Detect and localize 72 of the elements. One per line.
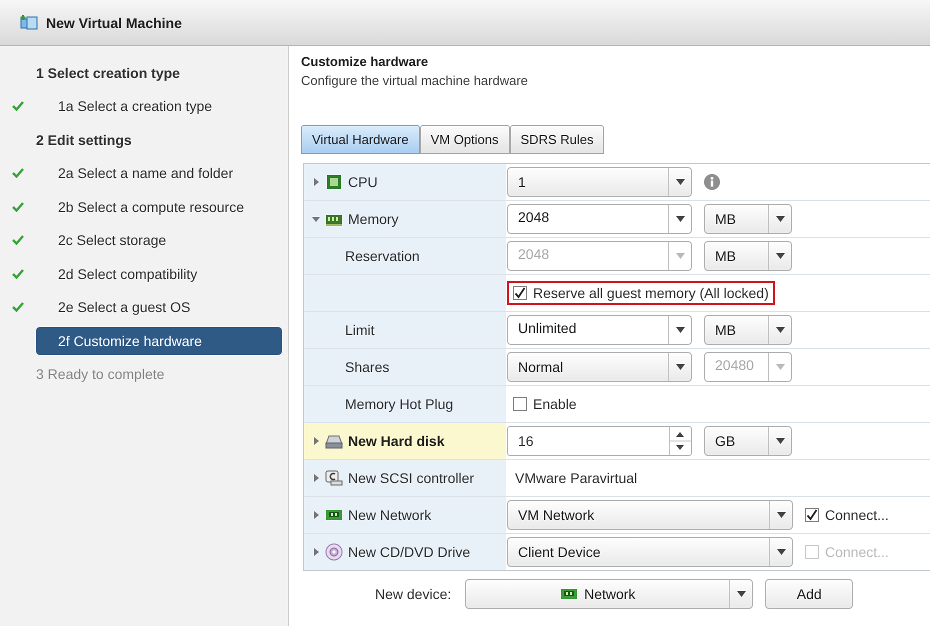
page-title: Customize hardware: [301, 54, 430, 69]
dropdown[interactable]: Client Device: [507, 537, 793, 567]
page-subtitle: Configure the virtual machine hardware: [301, 73, 529, 88]
caret-icon: [676, 253, 684, 259]
dropdown[interactable]: VM Network: [507, 500, 793, 530]
wizard-step[interactable]: 2b Select a compute resource: [36, 192, 282, 221]
wizard-step[interactable]: 1 Select creation type: [36, 58, 282, 87]
caret-icon: [776, 549, 786, 555]
tab[interactable]: VM Options: [420, 125, 510, 154]
wizard-step[interactable]: 2e Select a guest OS: [36, 293, 282, 322]
dropdown[interactable]: MB: [704, 204, 792, 234]
dropdown[interactable]: Network: [465, 579, 754, 609]
new-device-label: New device:: [375, 586, 452, 602]
device-label: New Network: [348, 507, 432, 523]
wizard-step[interactable]: 1a Select a creation type: [36, 92, 282, 120]
caret-icon: [676, 216, 684, 222]
device-label: Memory Hot Plug: [345, 396, 454, 412]
spinner-arrows-icon[interactable]: [669, 427, 691, 455]
tab[interactable]: Virtual Hardware: [301, 125, 420, 154]
dropdown[interactable]: GB: [704, 426, 792, 456]
device-label: Reservation: [345, 248, 420, 264]
dropdown[interactable]: MB: [704, 241, 792, 271]
expand-caret-icon[interactable]: [312, 178, 320, 186]
checkbox-label: Connect...: [825, 544, 889, 560]
dropdown[interactable]: Unlimited: [507, 315, 692, 345]
dropdown[interactable]: 1: [507, 167, 692, 197]
caret-icon: [676, 364, 684, 370]
controller-type-text: VMware Paravirtual: [514, 470, 638, 486]
checkbox[interactable]: [805, 508, 819, 522]
checkbox-label: Reserve all guest memory (All locked): [533, 285, 769, 301]
checkbox-label: Connect...: [825, 507, 889, 523]
wizard-step[interactable]: 2 Edit settings: [36, 126, 282, 154]
tab[interactable]: SDRS Rules: [510, 125, 604, 154]
device-label: Shares: [345, 359, 390, 375]
dropdown[interactable]: 2048: [507, 204, 692, 234]
add-button[interactable]: Add: [765, 579, 854, 609]
disc-icon: [325, 543, 343, 561]
caret-icon: [776, 364, 784, 370]
checkbox[interactable]: [513, 397, 527, 411]
spinner-field[interactable]: 16: [507, 426, 692, 456]
device-label: Limit: [345, 322, 375, 338]
expand-caret-icon[interactable]: [312, 474, 320, 482]
caret-icon: [736, 591, 746, 597]
expand-caret-icon[interactable]: [312, 548, 320, 556]
info-icon[interactable]: [704, 174, 720, 190]
window-title: New Virtual Machine: [46, 14, 182, 30]
wizard-step[interactable]: 2c Select storage: [36, 226, 282, 254]
caret-icon: [776, 438, 784, 444]
checkbox-label: Enable: [533, 396, 577, 412]
caret-icon: [776, 327, 784, 333]
expand-caret-icon[interactable]: [312, 511, 320, 519]
caret-icon: [776, 216, 784, 222]
dropdown[interactable]: MB: [704, 315, 792, 345]
device-label: New Hard disk: [348, 433, 444, 449]
device-label: Memory: [348, 211, 399, 227]
wizard-step[interactable]: 2f Customize hardware: [36, 326, 282, 355]
device-label: New CD/DVD Drive: [348, 544, 470, 560]
expand-caret-icon[interactable]: [312, 215, 320, 223]
checkbox[interactable]: [513, 286, 527, 300]
wizard-step[interactable]: 2d Select compatibility: [36, 260, 282, 288]
caret-icon: [676, 179, 684, 185]
caret-icon: [776, 253, 784, 259]
controller-icon: [325, 469, 343, 487]
device-label: New SCSI controller: [348, 470, 474, 486]
expand-caret-icon[interactable]: [312, 437, 320, 445]
dropdown[interactable]: Normal: [507, 352, 692, 382]
caret-icon: [676, 327, 684, 333]
chip-icon: [325, 173, 343, 191]
device-label: CPU: [348, 174, 378, 190]
wizard-step[interactable]: 2a Select a name and folder: [36, 159, 282, 188]
caret-icon: [776, 512, 786, 518]
virtual-machine-icon: [20, 14, 38, 30]
